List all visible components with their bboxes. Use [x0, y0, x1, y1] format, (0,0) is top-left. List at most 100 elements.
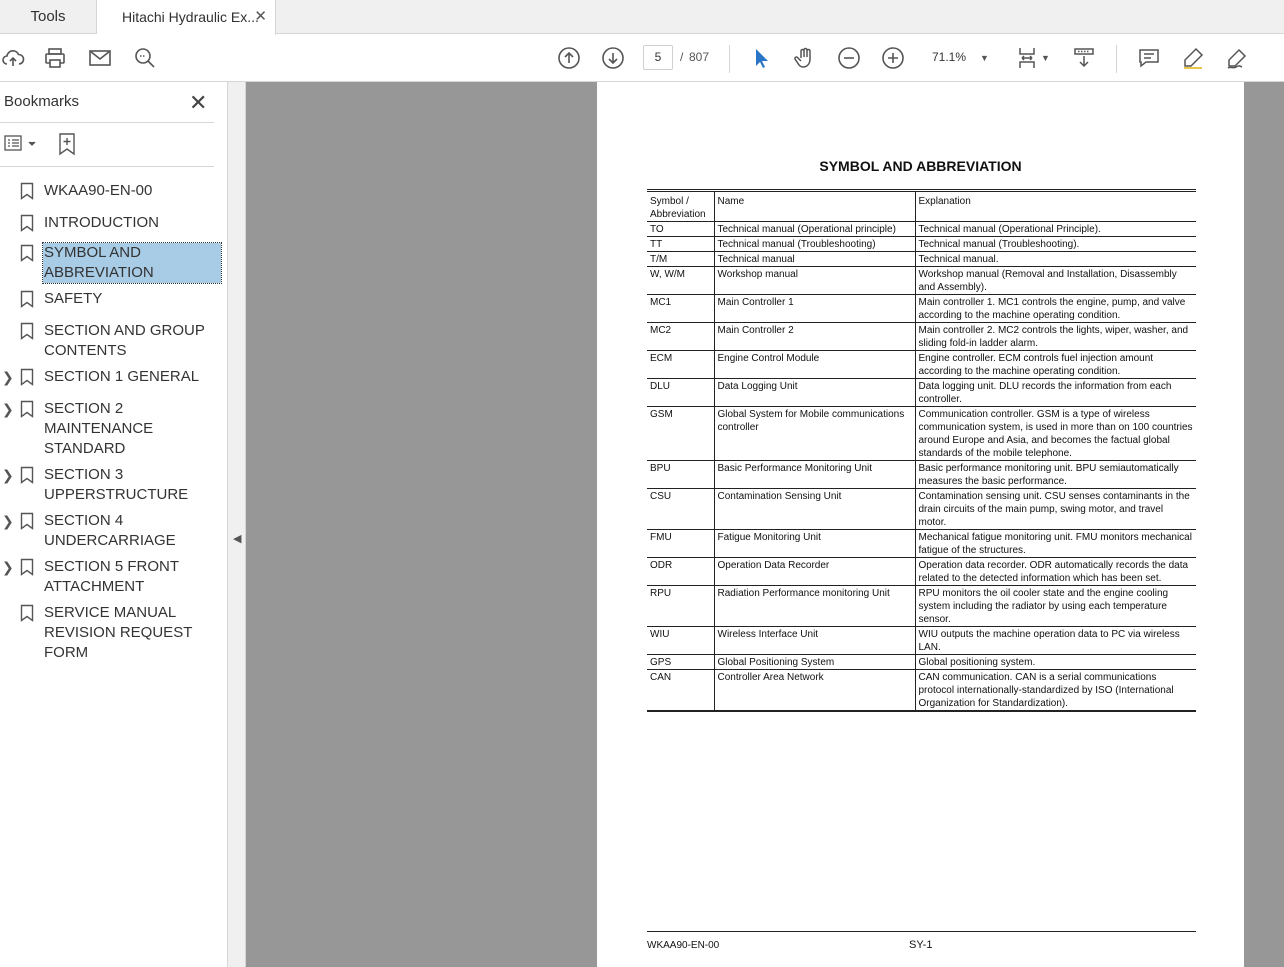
chevron-down-icon[interactable]: ▼ [980, 53, 989, 63]
bookmark-icon [20, 400, 34, 418]
bookmark-label: SAFETY [44, 290, 103, 307]
table-row: CAN Controller Area Network CAN communicat… [647, 669, 1196, 712]
explanation-cell: Contamination sensing unit. CSU senses c… [915, 488, 1196, 530]
explanation-cell: Communication controller. GSM is a type … [915, 406, 1196, 461]
symbol-cell: MC1 [647, 294, 715, 323]
select-cursor-icon[interactable] [748, 45, 774, 71]
table-header-row: Symbol / Abbreviation Name Explanation [647, 189, 1196, 222]
symbol-cell: ODR [647, 557, 715, 586]
tab-document[interactable]: Hitachi Hydraulic Ex... ✕ [97, 0, 276, 35]
collapse-left-icon[interactable]: ◀ [233, 532, 241, 545]
total-pages: 807 [689, 50, 710, 64]
symbol-cell: GPS [647, 654, 715, 670]
name-cell: Global Positioning System [714, 654, 916, 670]
bookmark-label: SECTION 4 UNDERCARRIAGE [44, 512, 176, 549]
explanation-cell: Workshop manual (Removal and Installatio… [915, 266, 1196, 295]
explanation-cell: RPU monitors the oil cooler state and th… [915, 585, 1196, 627]
name-cell: Main Controller 2 [714, 322, 916, 351]
chevron-right-icon[interactable]: ❯ [2, 511, 14, 531]
symbol-cell: RPU [647, 585, 715, 627]
symbol-cell: FMU [647, 529, 715, 558]
highlight-pen-icon[interactable] [1180, 45, 1206, 71]
name-cell: Controller Area Network [714, 669, 916, 712]
explanation-cell: Main controller 1. MC1 controls the engi… [915, 294, 1196, 323]
bookmark-icon [20, 244, 34, 262]
name-cell: Wireless Interface Unit [714, 626, 916, 655]
symbol-cell: CAN [647, 669, 715, 712]
explanation-cell: CAN communication. CAN is a serial commu… [915, 669, 1196, 712]
bookmark-icon [20, 466, 34, 484]
sign-pen-icon[interactable] [1224, 45, 1250, 71]
tab-tools[interactable]: Tools [0, 0, 97, 34]
bookmark-label: SECTION 1 GENERAL [44, 368, 200, 385]
upload-cloud-icon[interactable] [0, 45, 26, 71]
column-header: Symbol / Abbreviation [647, 189, 715, 222]
table-row: MC2 Main Controller 2 Main controller 2. M… [647, 322, 1196, 351]
symbol-cell: T/M [647, 251, 715, 267]
chevron-right-icon[interactable]: ❯ [2, 465, 14, 485]
hand-tool-icon[interactable] [792, 45, 818, 71]
explanation-cell: Basic performance monitoring unit. BPU s… [915, 460, 1196, 489]
bookmark-options-button[interactable] [4, 134, 38, 157]
symbol-cell: DLU [647, 378, 715, 407]
explanation-cell: Technical manual (Troubleshooting). [915, 236, 1196, 252]
close-tab-icon[interactable]: ✕ [254, 0, 267, 34]
table-row: DLU Data Logging Unit Data logging unit. D… [647, 378, 1196, 407]
table-row: WIU Wireless Interface Unit WIU outputs th… [647, 626, 1196, 655]
previous-page-icon[interactable] [556, 45, 582, 71]
footer-document-code: WKAA90-EN-00 [647, 940, 720, 951]
table-row: TO Technical manual (Operational principl… [647, 221, 1196, 237]
chevron-right-icon[interactable]: ❯ [2, 367, 14, 387]
name-cell: Basic Performance Monitoring Unit [714, 460, 916, 489]
name-cell: Data Logging Unit [714, 378, 916, 407]
explanation-cell: Technical manual. [915, 251, 1196, 267]
next-page-icon[interactable] [600, 45, 626, 71]
divider [0, 166, 214, 167]
toolbar-divider [729, 45, 730, 73]
chevron-right-icon[interactable]: ❯ [2, 557, 14, 577]
bookmark-label: SERVICE MANUAL REVISION REQUEST FORM [44, 604, 193, 661]
comment-icon[interactable] [1136, 45, 1162, 71]
name-cell: Contamination Sensing Unit [714, 488, 916, 530]
bookmarks-panel: Bookmarks ✕ WKAA90-EN-00 INTRODUCTION SY… [0, 82, 228, 967]
table-row: TT Technical manual (Troubleshooting) Tech… [647, 236, 1196, 252]
symbol-cell: CSU [647, 488, 715, 530]
page-separator: / [680, 50, 684, 64]
bookmark-icon [20, 322, 34, 340]
add-bookmark-icon[interactable] [57, 132, 79, 161]
symbol-cell: W, W/M [647, 266, 715, 295]
chevron-down-icon[interactable]: ▼ [1041, 53, 1050, 63]
scroll-mode-icon[interactable] [1071, 45, 1097, 71]
close-icon[interactable]: ✕ [189, 90, 207, 116]
page-fit-icon[interactable] [1015, 45, 1041, 71]
bookmark-label: SECTION AND GROUP CONTENTS [44, 322, 205, 359]
search-icon[interactable] [132, 45, 158, 71]
table-row: BPU Basic Performance Monitoring Unit Basi… [647, 460, 1196, 489]
chevron-right-icon[interactable]: ❯ [2, 399, 14, 419]
name-cell: Radiation Performance monitoring Unit [714, 585, 916, 627]
name-cell: Global System for Mobile communications … [714, 406, 916, 461]
document-viewport[interactable]: SYMBOL AND ABBREVIATION Symbol / Abbrevi… [246, 82, 1284, 967]
zoom-in-icon[interactable] [880, 45, 906, 71]
explanation-cell: Global positioning system. [915, 654, 1196, 670]
pdf-page: SYMBOL AND ABBREVIATION Symbol / Abbrevi… [597, 82, 1244, 967]
page-number-input[interactable]: 5 [643, 45, 673, 70]
print-icon[interactable] [42, 45, 68, 71]
explanation-cell: Engine controller. ECM controls fuel inj… [915, 350, 1196, 379]
name-cell: Technical manual (Troubleshooting) [714, 236, 916, 252]
explanation-cell: Mechanical fatigue monitoring unit. FMU … [915, 529, 1196, 558]
symbol-cell: BPU [647, 460, 715, 489]
email-icon[interactable] [87, 45, 113, 71]
bookmark-icon [20, 214, 34, 232]
zoom-out-icon[interactable] [836, 45, 862, 71]
table-row: GPS Global Positioning System Global posit… [647, 654, 1196, 670]
table-row: W, W/M Workshop manual Workshop manual (Re… [647, 266, 1196, 295]
page-title: SYMBOL AND ABBREVIATION [819, 158, 1022, 174]
bookmark-icon [20, 290, 34, 308]
column-header: Name [714, 189, 916, 222]
bookmark-label: SECTION 3 UPPERSTRUCTURE [44, 466, 189, 503]
name-cell: Operation Data Recorder [714, 557, 916, 586]
zoom-level-value: 71.1% [932, 50, 967, 64]
sidebar-collapse-handle[interactable]: ◀ [228, 82, 246, 967]
bookmark-label: SECTION 5 FRONT ATTACHMENT [44, 558, 179, 595]
